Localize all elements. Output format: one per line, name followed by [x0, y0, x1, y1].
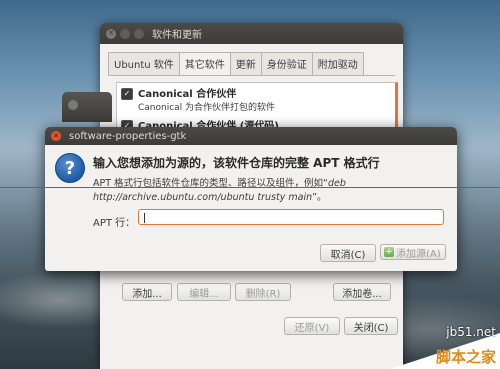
maximize-icon[interactable]: [134, 28, 144, 39]
annotation-line: [0, 187, 500, 188]
watermark-name: 脚本之家: [435, 348, 496, 366]
watermark-site: jb51.net: [446, 325, 496, 339]
add-source-button[interactable]: + 添加源(A): [380, 244, 446, 260]
question-icon: ?: [55, 153, 85, 183]
close-icon[interactable]: [68, 100, 78, 110]
minimize-icon[interactable]: [120, 28, 130, 39]
tab-other-software[interactable]: 其它软件: [178, 52, 231, 75]
apt-line-label: APT 行：: [93, 218, 136, 229]
source-title: Canonical 合作伙伴: [138, 89, 237, 100]
dialog-titlebar: ✕ software-properties-gtk: [45, 127, 457, 145]
tab-updates[interactable]: 更新: [229, 52, 262, 75]
close-icon[interactable]: ✕: [106, 28, 116, 39]
tab-authentication[interactable]: 身份验证: [260, 52, 313, 75]
add-source-label: 添加源(A): [396, 248, 441, 260]
apt-line-input[interactable]: [138, 209, 444, 225]
add-icon: +: [384, 247, 394, 257]
add-source-dialog: ✕ software-properties-gtk ? 输入您想添加为源的，该软…: [45, 127, 457, 271]
remove-button[interactable]: 删除(R): [235, 283, 291, 301]
add-button[interactable]: 添加...: [122, 283, 172, 301]
revert-button[interactable]: 还原(V): [284, 317, 340, 335]
window-titlebar: ✕ 软件和更新: [100, 23, 403, 44]
text-caret: [144, 213, 145, 223]
watermark: jb51.net 脚本之家: [390, 317, 500, 369]
dialog-title: software-properties-gtk: [69, 130, 187, 142]
edit-button[interactable]: 编辑...: [177, 283, 231, 301]
source-subtitle: Canonical 为合作伙伴打包的软件: [138, 103, 276, 113]
dialog-heading: 输入您想添加为源的，该软件仓库的完整 APT 格式行: [93, 156, 380, 170]
add-volume-button[interactable]: 添加卷...: [333, 283, 391, 301]
window-title: 软件和更新: [152, 30, 202, 41]
background-window: [62, 92, 112, 122]
cancel-button[interactable]: 取消(C): [320, 244, 376, 262]
close-icon[interactable]: ✕: [51, 131, 61, 141]
tab-ubuntu-software[interactable]: Ubuntu 软件: [108, 52, 180, 75]
description-suffix: ”。: [312, 192, 327, 203]
tab-additional-drivers[interactable]: 附加驱动: [311, 52, 364, 75]
tab-bar: Ubuntu 软件 其它软件 更新 身份验证 附加驱动: [108, 52, 403, 75]
source-checkbox[interactable]: ✓: [121, 88, 133, 100]
sources-list[interactable]: ✓ Canonical 合作伙伴 Canonical 为合作伙伴打包的软件 ✓ …: [116, 82, 398, 132]
list-item[interactable]: ✓ Canonical 合作伙伴 Canonical 为合作伙伴打包的软件: [117, 83, 395, 115]
dialog-description: APT 格式行包括软件仓库的类型、路径以及组件，例如“deb http://ar…: [93, 177, 443, 205]
